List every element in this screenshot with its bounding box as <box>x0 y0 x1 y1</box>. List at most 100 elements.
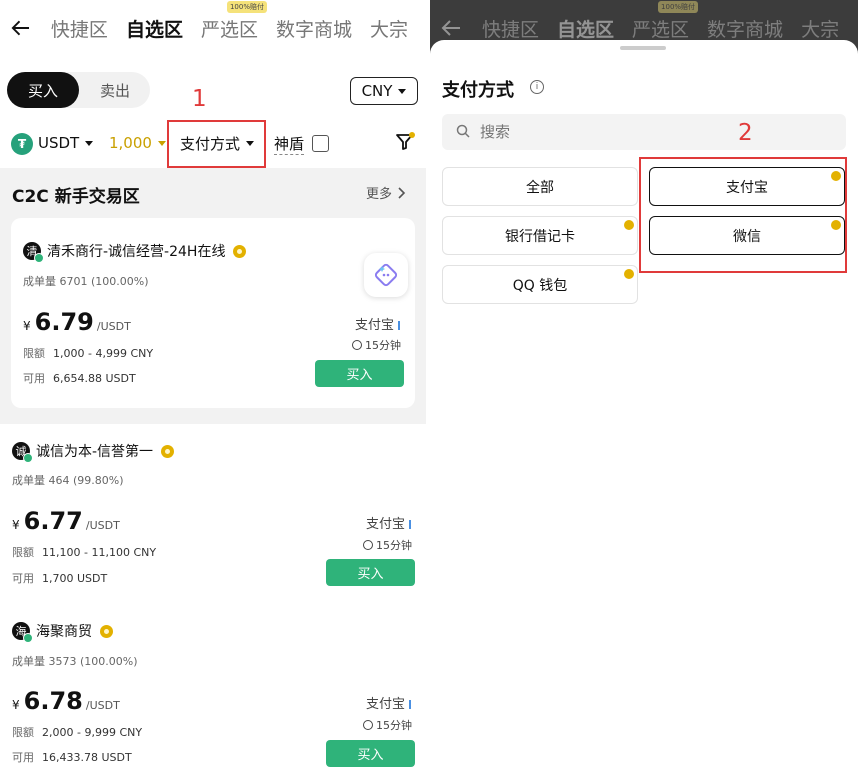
payment-time-limit: 15分钟 <box>363 717 412 733</box>
tab-selected[interactable]: 严选区 100%赔付 <box>632 0 699 42</box>
option-label: 全部 <box>526 179 554 196</box>
filter-bar: ₮ USDT 1,000 支付方式 神盾 <box>0 120 426 168</box>
section-title: C2C 新手交易区 <box>12 187 140 207</box>
ai-assistant-button[interactable] <box>364 253 408 297</box>
available-row: 可用 16,433.78 USDT <box>12 749 132 765</box>
option-bank-debit-card[interactable]: 银行借记卡 <box>442 216 638 255</box>
tab-custom[interactable]: 自选区 <box>557 15 614 42</box>
p2p-list-screen: 快捷区 自选区 严选区 100%赔付 数字商城 大宗 买入 卖出 CNY 1 ₮ … <box>0 0 426 782</box>
price-value: 6.79 <box>34 308 94 336</box>
avatar: 清 <box>23 242 44 263</box>
more-label: 更多 <box>366 187 393 202</box>
payment-method: 支付宝 <box>366 693 412 712</box>
payment-method-name: 支付宝 <box>366 517 406 532</box>
tab-custom[interactable]: 自选区 <box>126 15 183 42</box>
more-link[interactable]: 更多 <box>366 183 406 202</box>
buy-button[interactable]: 买入 <box>326 559 415 586</box>
tab-bulk[interactable]: 大宗 <box>370 15 408 42</box>
available-row: 可用 1,700 USDT <box>12 570 107 586</box>
available-value: 6,654.88 USDT <box>53 372 136 385</box>
amount-select[interactable]: 1,000 <box>109 134 166 152</box>
available-label: 可用 <box>12 572 34 585</box>
clock-icon <box>352 340 362 350</box>
payment-method-name: 支付宝 <box>355 318 395 333</box>
limit-label: 限额 <box>12 726 34 739</box>
tab-bulk[interactable]: 大宗 <box>801 15 839 42</box>
payment-method: 支付宝 <box>366 513 412 532</box>
asset-select[interactable]: USDT <box>38 134 94 152</box>
tab-quick[interactable]: 快捷区 <box>51 15 108 42</box>
available-label: 可用 <box>23 372 45 385</box>
advertiser-name: 海聚商贸 <box>36 624 92 640</box>
limit-row: 限额 2,000 - 9,999 CNY <box>12 724 142 740</box>
tab-digital-mall[interactable]: 数字商城 <box>276 15 352 42</box>
order-stats: 成单量 6701 (100.00%) <box>23 273 149 289</box>
order-stats: 成单量 464 (99.80%) <box>12 472 124 488</box>
orders-label: 成单量 <box>12 474 45 487</box>
search-input[interactable] <box>480 114 780 150</box>
avatar: 海 <box>12 622 33 643</box>
orders-label: 成单量 <box>12 655 45 668</box>
asset-value: USDT <box>38 134 80 152</box>
available-row: 可用 6,654.88 USDT <box>23 370 136 386</box>
advertiser-row[interactable]: 海 海聚商贸 <box>12 621 113 643</box>
coin-icon <box>624 220 634 230</box>
chevron-down-icon <box>398 88 407 94</box>
orders-value: 464 (99.80%) <box>48 474 124 487</box>
orders-value: 6701 (100.00%) <box>59 275 149 288</box>
option-label: 银行借记卡 <box>505 228 575 245</box>
currency-value: CNY <box>361 82 393 100</box>
top-nav: 快捷区 自选区 严选区 100%赔付 数字商城 大宗 <box>0 0 426 56</box>
amount-value: 1,000 <box>109 134 152 152</box>
buy-button[interactable]: 买入 <box>326 740 415 767</box>
tab-digital-mall[interactable]: 数字商城 <box>707 15 783 42</box>
time-value: 15分钟 <box>376 719 412 732</box>
shield-label: 神盾 <box>274 135 305 155</box>
option-all[interactable]: 全部 <box>442 167 638 206</box>
alipay-indicator <box>398 321 401 330</box>
payment-method-select[interactable]: 支付方式 <box>180 133 255 154</box>
order-stats: 成单量 3573 (100.00%) <box>12 653 138 669</box>
price-value: 6.78 <box>23 687 83 715</box>
chevron-down-icon <box>157 140 166 146</box>
advertiser-name: 诚信为本-信誉第一 <box>36 444 154 460</box>
back-arrow-icon[interactable] <box>440 17 462 39</box>
annotation-number-1: 1 <box>192 86 207 112</box>
sell-tab[interactable]: 卖出 <box>79 72 151 108</box>
limit-value: 2,000 - 9,999 CNY <box>42 726 143 739</box>
limit-label: 限额 <box>23 347 45 360</box>
tab-quick[interactable]: 快捷区 <box>482 15 539 42</box>
price-unit: /USDT <box>85 519 120 532</box>
drag-handle[interactable] <box>620 46 666 50</box>
clock-icon <box>363 720 373 730</box>
merchant-medal-icon <box>161 444 175 458</box>
back-arrow-icon[interactable] <box>10 17 31 39</box>
buy-button[interactable]: 买入 <box>315 360 404 387</box>
currency-select[interactable]: CNY <box>350 77 418 105</box>
guarantee-badge: 100%赔付 <box>658 0 699 13</box>
advertiser-row[interactable]: 清 清禾商行-诚信经营-24H在线 <box>23 241 247 263</box>
option-qq-wallet[interactable]: QQ 钱包 <box>442 265 638 304</box>
shield-checkbox[interactable] <box>312 135 329 152</box>
payment-method: 支付宝 <box>355 314 401 333</box>
payment-time-limit: 15分钟 <box>352 337 401 353</box>
limit-value: 1,000 - 4,999 CNY <box>53 347 154 360</box>
buy-tab[interactable]: 买入 <box>7 72 79 108</box>
limit-row: 限额 11,100 - 11,100 CNY <box>12 544 156 560</box>
currency-symbol: ¥ <box>12 518 20 532</box>
payment-time-limit: 15分钟 <box>363 537 412 553</box>
option-label: QQ 钱包 <box>512 277 568 294</box>
price-value: 6.77 <box>23 507 83 535</box>
advertiser-row[interactable]: 诚 诚信为本-信誉第一 <box>12 441 175 463</box>
buy-sell-toggle: 买入 卖出 <box>7 72 150 108</box>
filter-icon[interactable] <box>395 132 415 152</box>
currency-symbol: ¥ <box>12 698 20 712</box>
time-value: 15分钟 <box>365 339 401 352</box>
search-icon <box>456 124 470 138</box>
chevron-right-icon <box>398 186 406 199</box>
payment-method-name: 支付宝 <box>366 697 406 712</box>
tab-selected[interactable]: 严选区 100%赔付 <box>201 0 267 42</box>
info-icon[interactable]: i <box>530 80 544 94</box>
sparkle-icon <box>374 263 398 287</box>
annotation-number-2: 2 <box>738 120 753 146</box>
